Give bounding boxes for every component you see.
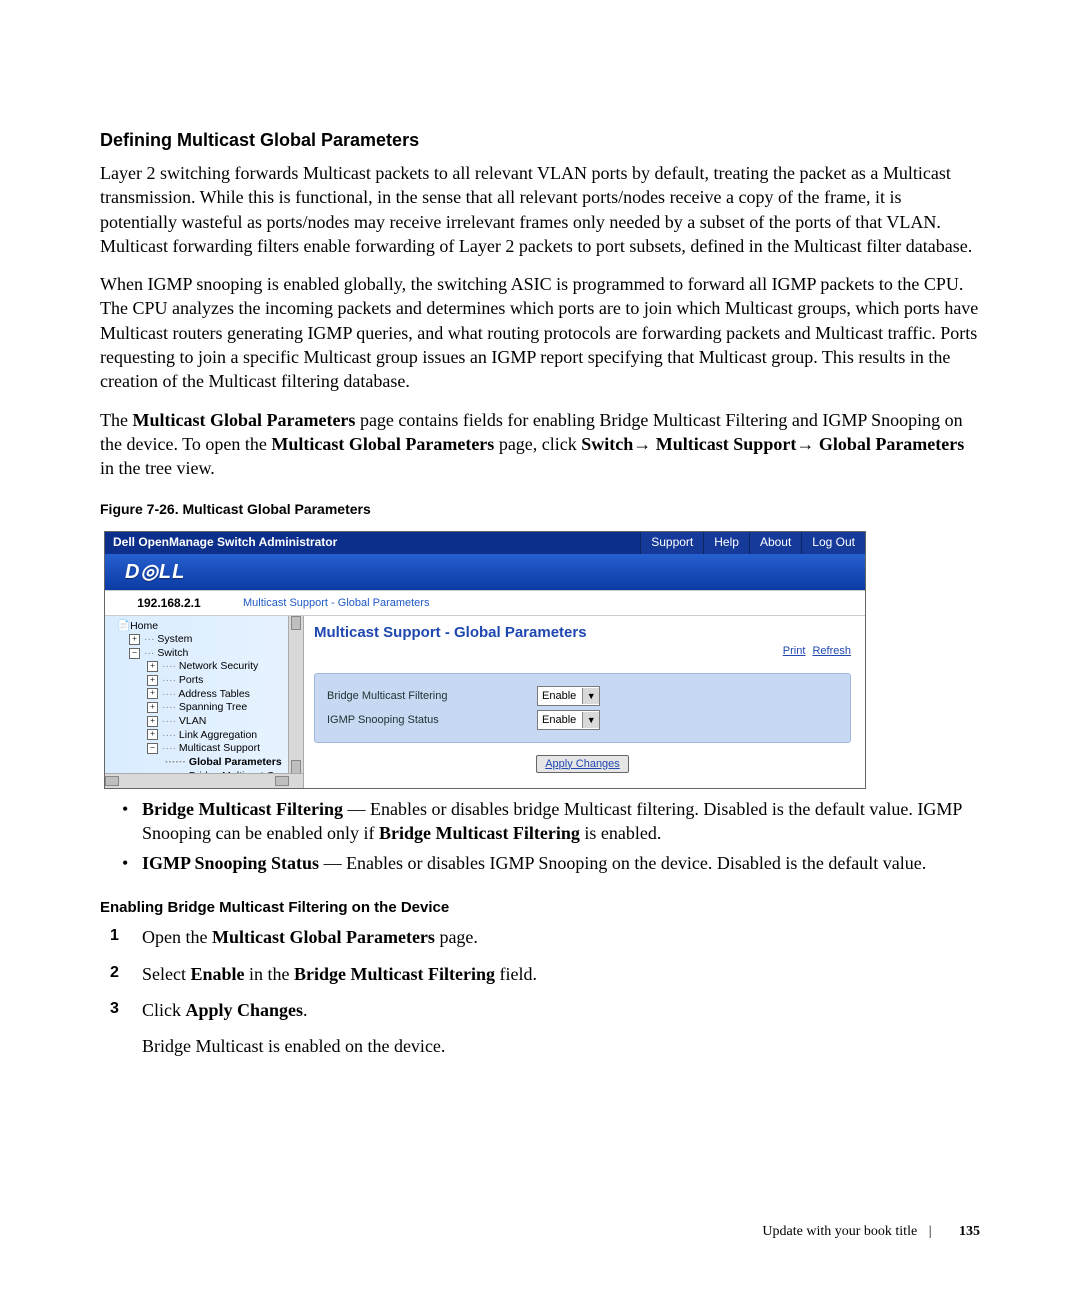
embedded-admin-screenshot: Dell OpenManage Switch Administrator Sup… (104, 531, 866, 789)
heading-enabling-bridge-multicast: Enabling Bridge Multicast Filtering on t… (100, 899, 980, 916)
step-3-result: Bridge Multicast is enabled on the devic… (142, 1033, 980, 1059)
heading-defining-multicast: Defining Multicast Global Parameters (100, 130, 980, 151)
help-button[interactable]: Help (703, 532, 749, 554)
bullet-igmp-snooping-status: IGMP Snooping Status — Enables or disabl… (100, 851, 980, 875)
paragraph-intro-2: When IGMP snooping is enabled globally, … (100, 272, 980, 393)
chevron-down-icon: ▼ (582, 712, 599, 728)
titlebar: Dell OpenManage Switch Administrator Sup… (105, 532, 865, 554)
tree-address-tables[interactable]: +···· Address Tables (111, 688, 301, 702)
tree-ports[interactable]: +···· Ports (111, 674, 301, 688)
page-footer: Update with your book title | 135 (762, 1224, 980, 1240)
tree-global-parameters[interactable]: ······ Global Parameters (111, 756, 301, 770)
paragraph-intro-3: The Multicast Global Parameters page con… (100, 408, 980, 481)
step-2: Select Enable in the Bridge Multicast Fi… (100, 961, 980, 987)
igmp-snooping-status-label: IGMP Snooping Status (327, 714, 537, 726)
tree-link-aggregation[interactable]: +···· Link Aggregation (111, 729, 301, 743)
procedure-steps: Open the Multicast Global Parameters pag… (100, 924, 980, 1058)
about-button[interactable]: About (749, 532, 801, 554)
chevron-down-icon: ▼ (582, 688, 599, 704)
document-page: Defining Multicast Global Parameters Lay… (0, 0, 1080, 1296)
step-1: Open the Multicast Global Parameters pag… (100, 924, 980, 950)
figure-caption: Figure 7-26. Multicast Global Parameters (100, 501, 980, 517)
options-panel: Bridge Multicast Filtering Enable ▼ IGMP… (314, 673, 851, 743)
page-links: Print Refresh (314, 645, 851, 657)
field-descriptions: Bridge Multicast Filtering — Enables or … (100, 797, 980, 876)
tree-network-security[interactable]: +···· Network Security (111, 660, 301, 674)
apply-changes-button[interactable]: Apply Changes (536, 755, 629, 773)
tree-home[interactable]: 📄Home (111, 620, 301, 634)
print-link[interactable]: Print (783, 645, 806, 657)
device-ip: 192.168.2.1 (105, 596, 233, 610)
tree-spanning-tree[interactable]: +···· Spanning Tree (111, 701, 301, 715)
bridge-multicast-filtering-value: Enable (542, 690, 576, 702)
bridge-multicast-filtering-select[interactable]: Enable ▼ (537, 686, 600, 706)
nav-tree: 📄Home +··· System −··· Switch +···· Netw… (105, 616, 304, 788)
breadcrumb-path: Multicast Support - Global Parameters (233, 597, 429, 609)
igmp-snooping-status-value: Enable (542, 714, 576, 726)
tree-switch[interactable]: −··· Switch (111, 647, 301, 661)
footer-title: Update with your book title (762, 1224, 917, 1239)
footer-separator: | (929, 1224, 932, 1239)
support-button[interactable]: Support (640, 532, 703, 554)
logout-button[interactable]: Log Out (801, 532, 865, 554)
titlebar-title: Dell OpenManage Switch Administrator (105, 532, 640, 554)
refresh-link[interactable]: Refresh (812, 645, 851, 657)
tree-system[interactable]: +··· System (111, 633, 301, 647)
tree-horizontal-scrollbar[interactable] (105, 773, 303, 788)
tree-vlan[interactable]: +···· VLAN (111, 715, 301, 729)
paragraph-intro-1: Layer 2 switching forwards Multicast pac… (100, 161, 980, 258)
bridge-multicast-filtering-label: Bridge Multicast Filtering (327, 690, 537, 702)
logo-band: D◎LL (105, 554, 865, 590)
igmp-snooping-status-select[interactable]: Enable ▼ (537, 710, 600, 730)
step-3: Click Apply Changes. Bridge Multicast is… (100, 997, 980, 1059)
tree-multicast-support[interactable]: −···· Multicast Support (111, 742, 301, 756)
bullet-bridge-multicast-filtering: Bridge Multicast Filtering — Enables or … (100, 797, 980, 846)
breadcrumb-bar: 192.168.2.1 Multicast Support - Global P… (105, 590, 865, 616)
page-title: Multicast Support - Global Parameters (314, 624, 851, 641)
dell-logo: D◎LL (125, 562, 185, 582)
content-pane: Multicast Support - Global Parameters Pr… (304, 616, 865, 788)
tree-vertical-scrollbar[interactable] (288, 616, 303, 774)
page-number: 135 (959, 1224, 980, 1239)
